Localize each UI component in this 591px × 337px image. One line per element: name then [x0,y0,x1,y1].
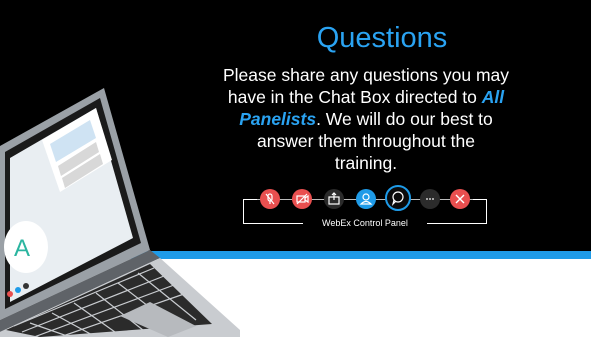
video-button[interactable] [292,189,312,209]
all-panelists-emphasis: Panelists [239,109,317,129]
laptop-illustration: A [0,88,240,337]
body-line: Panelists. We will do our best to [216,108,516,130]
body-line: training. [334,153,398,173]
body-line: have in the Chat Box directed to All [216,86,516,108]
body-text: . We will do our best to [316,109,493,129]
close-icon [455,194,465,204]
body-text: have in the Chat Box directed to [227,87,482,107]
frame-right [486,199,487,223]
share-icon [328,192,340,205]
chat-button[interactable] [385,185,411,211]
frame-top-right [473,199,487,200]
frame-left [243,199,244,223]
leave-button[interactable] [450,189,470,209]
more-button[interactable] [420,189,440,209]
video-off-icon [296,193,309,205]
control-panel-label: WebEx Control Panel [303,218,427,228]
share-button[interactable] [324,189,344,209]
chat-bubble-icon [391,191,404,206]
body-line: Please share any questions you may [223,65,509,85]
body-line: answer them throughout the [257,131,475,151]
slide: A Questions Please share any questions y… [0,0,591,337]
more-icon [426,198,434,200]
slide-body: Please share any questions you may have … [216,64,516,174]
person-icon [359,193,373,205]
webex-control-panel: WebEx Control Panel [243,183,487,233]
microphone-off-icon [265,193,275,205]
mute-button[interactable] [260,189,280,209]
svg-text:A: A [14,235,30,262]
slide-title: Questions [316,22,448,54]
all-panelists-emphasis: All [481,87,505,107]
frame-top-left [243,199,257,200]
participants-button[interactable] [356,189,376,209]
